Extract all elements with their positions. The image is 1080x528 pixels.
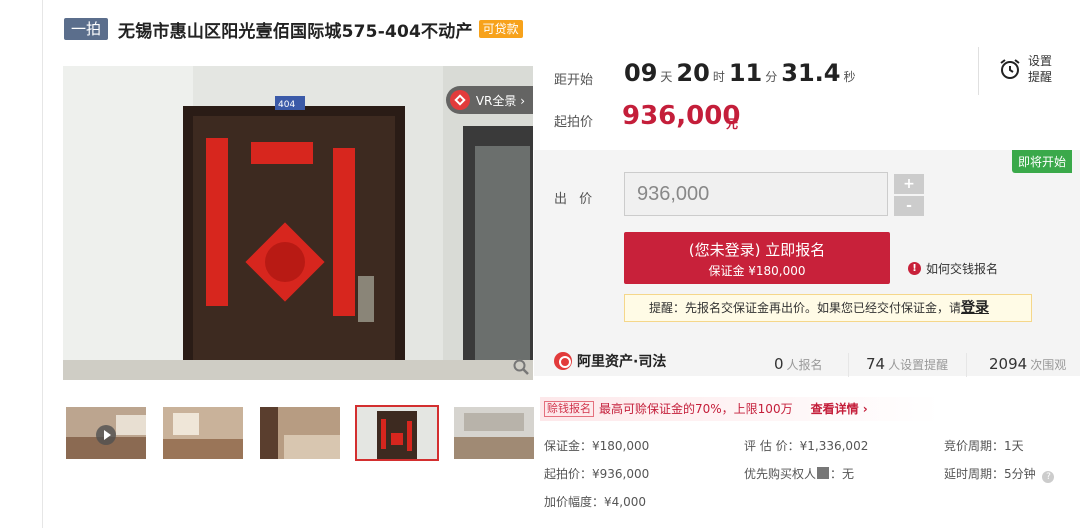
vr-label: VR全景 ›	[475, 93, 525, 108]
thumbnail-image	[357, 407, 437, 459]
thumbnail-bedroom[interactable]	[258, 405, 342, 461]
brand-name: 阿里资产·司法	[577, 354, 667, 370]
signup-deposit: 保证金 ¥180,000	[708, 264, 806, 278]
auction-cycle-info: 竞价周期：1天	[944, 439, 1024, 453]
bid-box: 即将开始 出 价 + - (您未登录) 立即报名 保证金 ¥180,000 ! …	[534, 150, 1080, 376]
login-tip: 提醒：先报名交保证金再出价。如果您已经交付保证金，请登录	[624, 294, 1032, 322]
thumbnail-image	[260, 407, 340, 459]
main-photo[interactable]: 404 VR全景 ›	[63, 66, 533, 380]
signup-button[interactable]: (您未登录) 立即报名 保证金 ¥180,000	[624, 232, 890, 284]
view-count: 2094	[989, 355, 1028, 373]
stat-divider	[966, 353, 967, 377]
play-icon	[96, 425, 116, 445]
delay-cycle-info: 延时周期：5分钟 ?	[944, 465, 1055, 483]
brand-row: 阿里资产·司法	[554, 351, 666, 371]
thumbnail-room[interactable]	[161, 405, 245, 461]
days-unit: 天	[660, 70, 673, 84]
thumbnail-video[interactable]	[64, 405, 148, 461]
countdown-seconds: 31.4	[781, 59, 841, 87]
thumbnail-kitchen[interactable]	[452, 405, 536, 461]
vr-icon	[449, 90, 470, 110]
start-price-unit: 元	[726, 117, 739, 131]
increase-bid-button[interactable]: +	[894, 174, 924, 194]
promo-details-link[interactable]: 查看详情 ›	[811, 397, 868, 421]
vr-panorama-button[interactable]: VR全景 ›	[445, 86, 533, 114]
appraisal-info: 评 估 价：¥1,336,002	[744, 439, 869, 453]
thumbnail-strip	[64, 405, 549, 461]
round-badge: 一拍	[64, 18, 109, 40]
loan-badge[interactable]: 可贷款	[478, 20, 523, 38]
divider	[978, 47, 979, 95]
decrease-bid-button[interactable]: -	[894, 196, 924, 216]
start-price-info: 起拍价：¥936,000	[544, 467, 650, 481]
countdown-label: 距开始	[554, 73, 594, 88]
tip-text: 提醒：先报名交保证金再出价。如果您已经交付保证金，请	[649, 301, 962, 315]
title-row: 一拍 无锡市惠山区阳光壹佰国际城575-404不动产 可贷款	[64, 18, 523, 42]
ali-assets-logo-icon	[554, 352, 572, 370]
priority-buyer-info: 优先购买权人 ：无	[744, 465, 854, 482]
promo-text: 最高可赊保证金的70%，上限100万	[599, 402, 793, 416]
bid-input[interactable]	[624, 172, 888, 216]
status-badge: 即将开始	[1011, 150, 1072, 173]
thumbnail-image	[454, 407, 534, 459]
set-reminder-button[interactable]: 设置 提醒	[998, 53, 1052, 85]
reminder-label-2: 提醒	[1028, 70, 1053, 84]
how-to-pay-label: 如何交钱报名	[926, 262, 999, 276]
stat-divider	[848, 353, 849, 377]
bid-stepper: + -	[894, 174, 924, 216]
info-icon: !	[908, 262, 921, 275]
zoom-icon[interactable]	[512, 358, 530, 376]
door-number: 404	[278, 100, 295, 110]
signup-count-label: 人报名	[786, 358, 823, 372]
deposit-info: 保证金：¥180,000	[544, 439, 650, 453]
reminder-label-1: 设置	[1028, 54, 1053, 68]
alarm-clock-icon	[1000, 59, 1020, 79]
start-price-value: 936,000	[622, 101, 741, 131]
countdown-minutes: 11	[728, 59, 763, 87]
countdown-timer: 09 天 20 时 11 分 31.4 秒	[624, 59, 860, 87]
priority-buyer-value: ：无	[830, 467, 855, 481]
hours-unit: 时	[712, 70, 725, 84]
reminder-count-label: 人设置提醒	[888, 358, 949, 372]
increment-info: 加价幅度：¥4,000	[544, 495, 646, 509]
reminder-stat: 74 人设置提醒	[866, 355, 948, 373]
signup-stat: 0 人报名	[774, 355, 823, 373]
priority-buyer-label: 优先购买权人	[744, 467, 817, 481]
promo-tag: 赊钱报名	[544, 401, 594, 417]
thumbnail-door[interactable]	[355, 405, 439, 461]
how-to-pay-link[interactable]: ! 如何交钱报名	[908, 260, 998, 277]
bid-label: 出 价	[554, 192, 597, 207]
signup-count: 0	[774, 355, 784, 373]
thumbnail-image	[163, 407, 243, 459]
start-price-label: 起拍价	[554, 115, 594, 130]
priority-buyer-icon[interactable]	[817, 467, 830, 479]
login-link[interactable]: 登录	[961, 300, 989, 316]
minutes-unit: 分	[765, 70, 778, 84]
view-count-label: 次围观	[1030, 358, 1067, 372]
help-icon[interactable]: ?	[1042, 471, 1055, 483]
deposit-credit-promo: 赊钱报名 最高可赊保证金的70%，上限100万 查看详情 ›	[540, 397, 940, 421]
reminder-count: 74	[866, 355, 886, 373]
countdown-days: 09	[624, 59, 658, 87]
page-title: 无锡市惠山区阳光壹佰国际城575-404不动产	[118, 21, 473, 42]
auction-panel: 距开始 09 天 20 时 11 分 31.4 秒 设置 提醒 起拍价 936,000 …	[534, 45, 1080, 528]
delay-cycle-label: 延时周期：5分钟	[944, 467, 1036, 481]
signup-label: (您未登录) 立即报名	[688, 241, 826, 259]
seconds-unit: 秒	[843, 70, 856, 84]
countdown-hours: 20	[676, 59, 710, 87]
view-stat: 2094 次围观	[989, 355, 1066, 373]
